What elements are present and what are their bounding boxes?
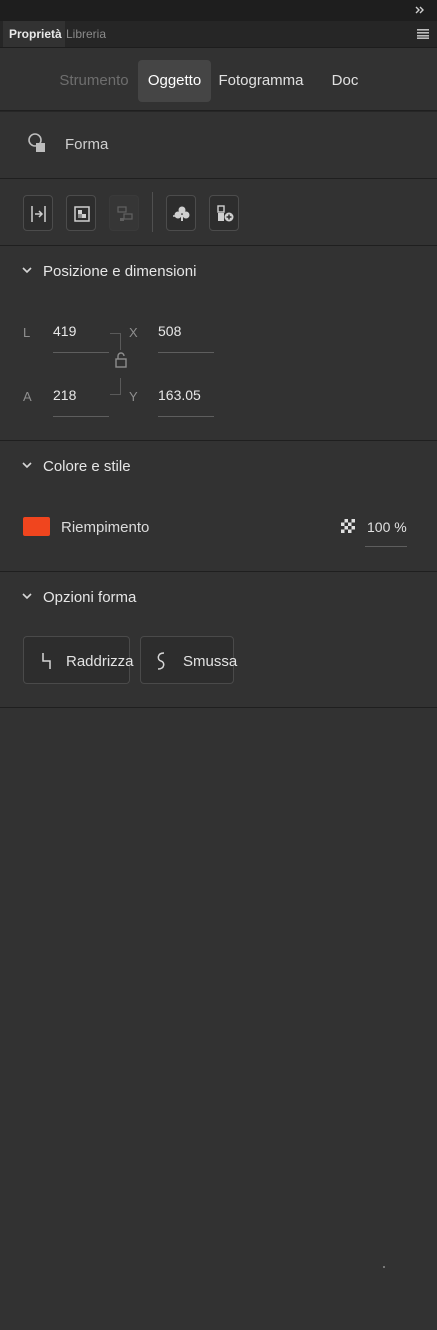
x-underline (158, 352, 214, 353)
width-field[interactable]: 419 (53, 323, 76, 339)
height-field[interactable]: 218 (53, 387, 76, 403)
convert-to-symbol-button[interactable] (166, 195, 196, 231)
smooth-icon (157, 652, 165, 670)
width-label: L (23, 325, 31, 340)
fill-label: Riempimento (61, 519, 150, 536)
fill-color-swatch[interactable] (23, 517, 50, 536)
properties-panel: Proprietà Libreria Strumento Oggetto Fot… (0, 0, 437, 1330)
lock-bracket-bottom (110, 378, 121, 395)
alpha-underline (365, 546, 407, 547)
break-apart-button[interactable] (109, 195, 139, 231)
straighten-icon (42, 653, 51, 669)
y-field[interactable]: 163.05 (158, 387, 201, 403)
chevron-down-icon (22, 593, 32, 600)
panel-menu-icon[interactable] (417, 29, 429, 39)
smooth-button[interactable]: Smussa (140, 636, 238, 684)
chevron-down-icon (22, 267, 32, 274)
panel-tab-bar: Proprietà Libreria (0, 21, 437, 48)
convert-to-bitmap-icon (74, 206, 90, 222)
tab-object[interactable]: Oggetto (138, 60, 211, 102)
straighten-label: Raddrizza (66, 653, 134, 670)
toolbar-divider (152, 192, 153, 232)
y-underline (158, 416, 214, 417)
width-underline (53, 352, 109, 353)
lock-bracket-top (110, 333, 121, 350)
position-size-header[interactable]: Posizione e dimensioni (0, 246, 437, 296)
straighten-button[interactable]: Raddrizza (23, 636, 134, 684)
align-icon (31, 206, 46, 222)
transparency-checker-icon (341, 519, 355, 533)
tab-doc[interactable]: Doc (318, 60, 372, 102)
fill-alpha-field[interactable]: 100 % (367, 519, 407, 535)
tab-properties[interactable]: Proprietà (3, 21, 65, 47)
section-title: Colore e stile (43, 458, 131, 475)
tab-frame[interactable]: Fotogramma (214, 60, 308, 102)
convert-to-bitmap-button[interactable] (66, 195, 96, 231)
x-field[interactable]: 508 (158, 323, 181, 339)
tab-tool[interactable]: Strumento (53, 60, 135, 102)
align-button[interactable] (23, 195, 53, 231)
mode-tab-bar: Strumento Oggetto Fotogramma Doc (0, 48, 437, 111)
y-label: Y (129, 389, 138, 404)
section-title: Opzioni forma (43, 589, 137, 606)
panel-empty-area (0, 708, 437, 1330)
object-toolbar (0, 178, 437, 246)
height-label: A (23, 389, 32, 404)
break-apart-icon (117, 206, 133, 221)
position-size-section: Posizione e dimensioni (0, 246, 437, 441)
convert-to-symbol-icon (173, 206, 190, 221)
object-type-row: Forma (0, 111, 437, 179)
height-underline (53, 416, 109, 417)
x-label: X (129, 325, 138, 340)
tab-library[interactable]: Libreria (60, 21, 112, 47)
shape-icon (28, 133, 45, 152)
panel-top-strip (0, 0, 437, 21)
object-type-label: Forma (65, 136, 109, 153)
chevron-down-icon (22, 462, 32, 469)
collapse-panel-icon[interactable] (415, 5, 425, 15)
section-title: Posizione e dimensioni (43, 263, 197, 280)
color-style-section: Colore e stile (0, 441, 437, 572)
add-to-library-button[interactable] (209, 195, 239, 231)
smooth-label: Smussa (183, 653, 238, 670)
stray-dot (383, 1266, 385, 1268)
shape-options-header[interactable]: Opzioni forma (0, 572, 437, 622)
color-style-header[interactable]: Colore e stile (0, 441, 437, 491)
unlock-icon[interactable] (115, 352, 127, 368)
add-to-library-icon (217, 205, 234, 222)
